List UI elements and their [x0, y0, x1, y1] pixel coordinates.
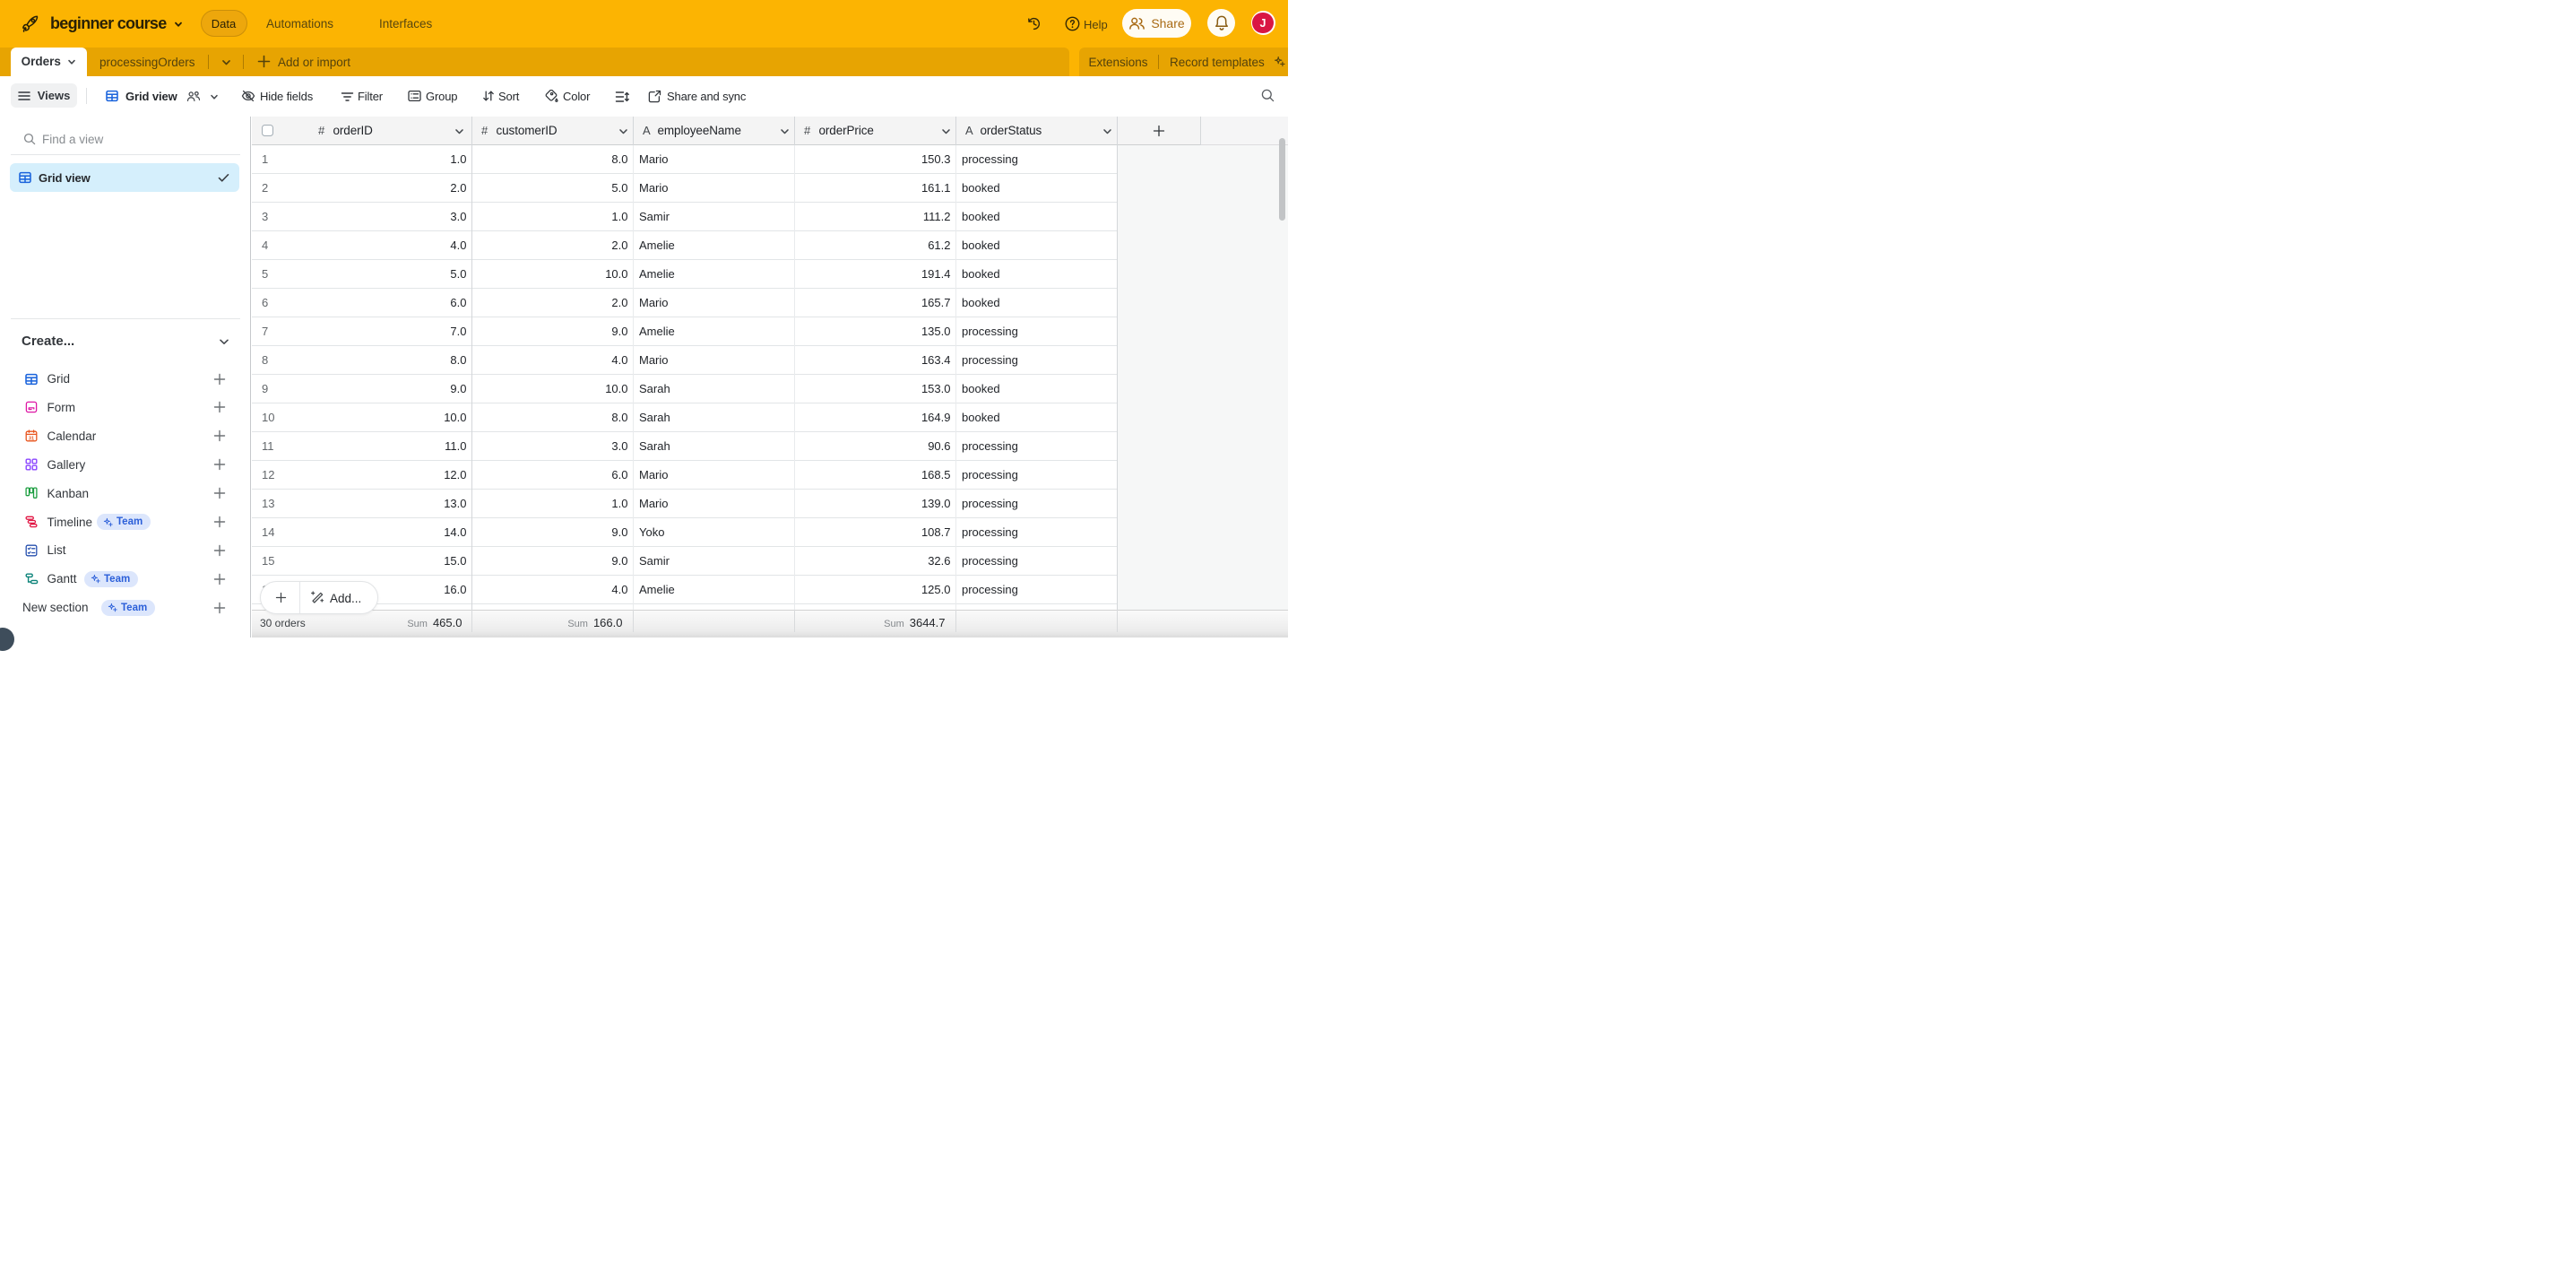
svg-text:31: 31: [29, 437, 34, 442]
